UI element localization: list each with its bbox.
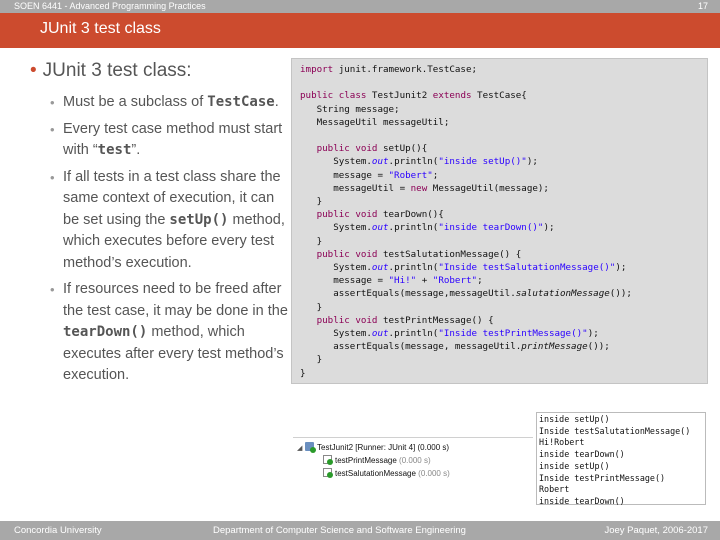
junit-results-tree: ◢ TestJunit2 [Runner: JUnit 4] (0.000 s) … [293, 437, 533, 483]
footer-bar: Concordia University Department of Compu… [0, 521, 720, 540]
title-bar: JUnit 3 test class [0, 13, 720, 48]
console-line: Inside testPrintMessage() [539, 472, 666, 483]
bullet-dot: • [50, 169, 55, 185]
page-number: 17 [697, 1, 708, 11]
test-time: (0.000 s) [399, 456, 431, 465]
sub-bullet: • If all tests in a test class share the … [30, 167, 292, 275]
collapse-arrow-icon[interactable]: ◢ [297, 443, 305, 455]
footer-author: Joey Paquet, 2006-2017 [604, 525, 708, 536]
bullet-dot: • [50, 95, 55, 110]
test-suite-icon [305, 442, 316, 453]
inline-code: test [97, 142, 132, 158]
test-name: testSalutationMessage [335, 469, 416, 478]
console-line: inside setUp() [539, 414, 610, 424]
footer-university: Concordia University [14, 525, 102, 536]
main-bullet-text: JUnit 3 test class: [42, 60, 192, 81]
bullet-dot: • [50, 121, 55, 137]
console-line: inside tearDown() [539, 495, 625, 506]
main-bullet: • JUnit 3 test class: [30, 60, 292, 82]
test-name: testPrintMessage [335, 456, 397, 465]
top-bar: SOEN 6441 - Advanced Programming Practic… [0, 0, 720, 13]
tree-item-suite[interactable]: ◢ TestJunit2 [Runner: JUnit 4] (0.000 s) [297, 442, 449, 454]
suite-label: TestJunit2 [Runner: JUnit 4] (0.000 s) [317, 443, 450, 452]
bullet-dot: • [50, 282, 55, 297]
console-line: Robert [539, 484, 570, 495]
sub-bullet: • Every test case method must start with … [30, 119, 292, 162]
test-time: (0.000 s) [418, 469, 450, 478]
console-line: Inside testSalutationMessage() [539, 425, 691, 436]
sub-bullet-text: . [274, 94, 279, 110]
sub-bullet-text: Every test case method must start with “ [63, 120, 283, 159]
inline-code: TestCase [207, 94, 275, 110]
course-title: SOEN 6441 - Advanced Programming Practic… [14, 1, 206, 11]
tree-item-test[interactable]: testSalutationMessage (0.000 s) [323, 468, 450, 480]
inline-code: setUp() [169, 211, 229, 228]
console-line: inside setUp() [539, 460, 610, 471]
test-pass-icon [323, 468, 333, 478]
footer-department: Department of Computer Science and Softw… [213, 525, 466, 536]
bullet-dot: • [30, 60, 37, 81]
tree-item-test[interactable]: testPrintMessage (0.000 s) [323, 455, 431, 467]
test-pass-icon [323, 455, 333, 465]
slide-title: JUnit 3 test class [40, 20, 161, 37]
sub-bullet: • If resources need to be freed after the… [30, 279, 292, 387]
sub-bullet-text: If resources need to be freed after the … [63, 281, 288, 319]
code-text: import junit.framework.TestCase; public … [300, 64, 632, 379]
console-output: inside setUp() Inside testSalutationMess… [536, 412, 706, 506]
sub-bullet: • Must be a subclass of TestCase. [30, 92, 292, 114]
sub-bullet-text: ”. [131, 142, 141, 158]
console-line: Hi!Robert [539, 437, 585, 448]
sub-bullet-text: Must be a subclass of [63, 94, 208, 110]
code-listing: import junit.framework.TestCase; public … [291, 58, 708, 384]
inline-code: tearDown() [63, 324, 148, 340]
bullet-list: • JUnit 3 test class: • Must be a subclass… [30, 60, 292, 392]
console-line: inside tearDown() [539, 449, 625, 460]
